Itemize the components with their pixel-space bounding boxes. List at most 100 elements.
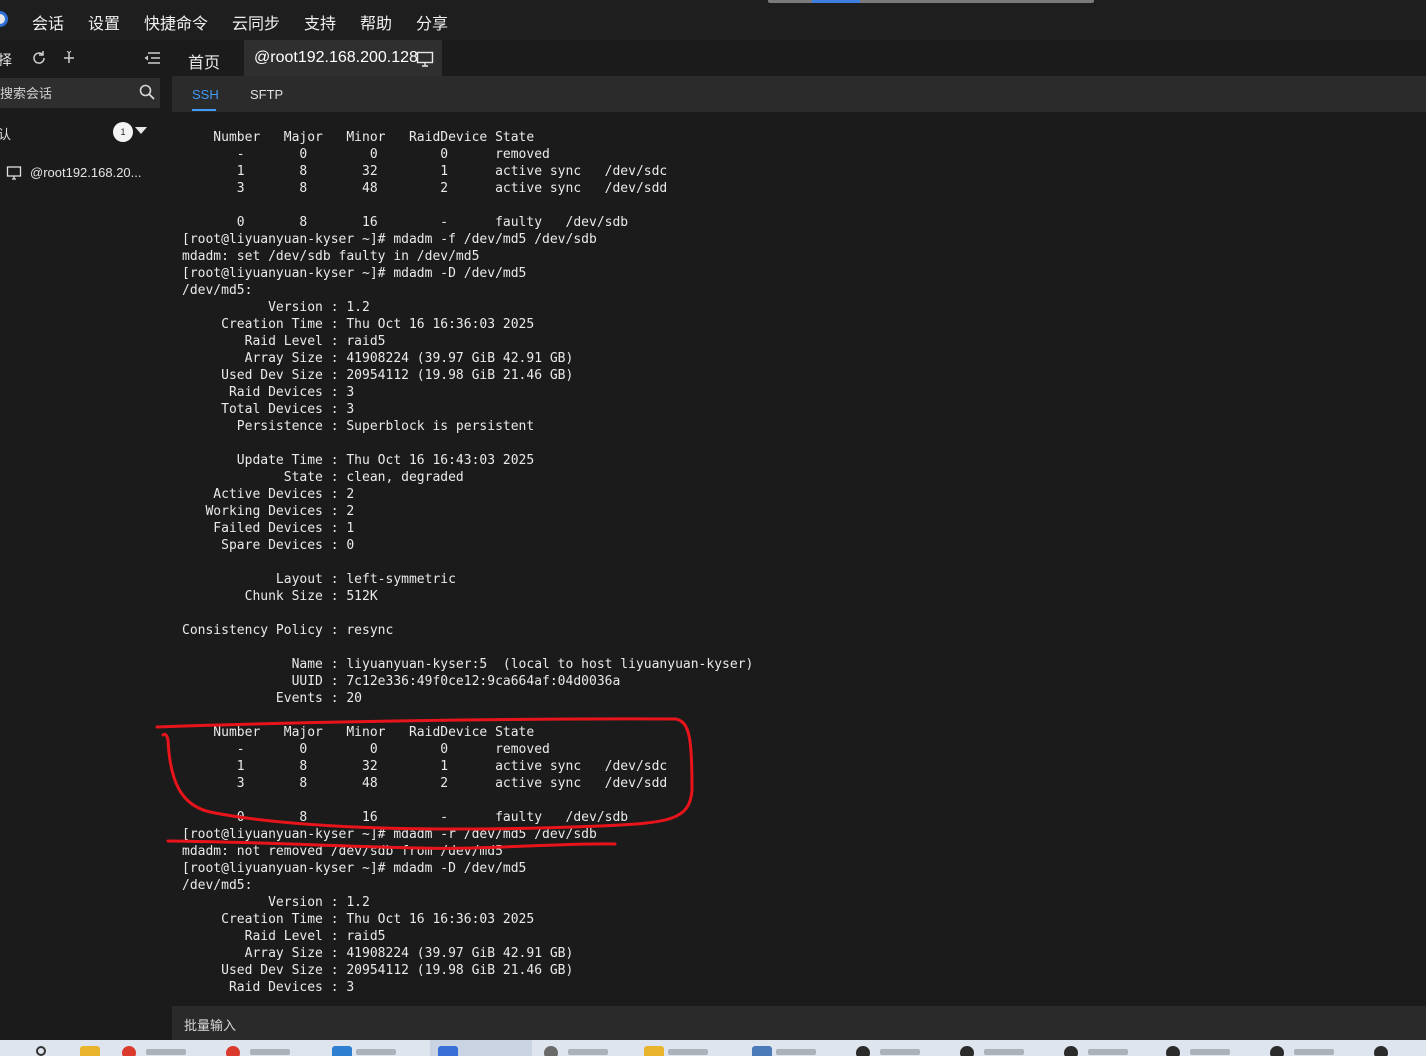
terminal-line: Spare Devices : 0 [182,538,355,553]
menu-settings[interactable]: 设置 [88,10,120,34]
tab-ssh[interactable]: SSH [192,87,219,111]
tab-home[interactable]: 首页 [172,40,242,76]
menu-cloud-sync[interactable]: 云同步 [232,10,280,34]
collapse-sidebar-icon[interactable] [143,50,161,70]
session-search-input[interactable] [0,83,130,103]
menu-session[interactable]: 会话 [32,10,64,34]
monitor-icon [416,51,434,67]
terminal-line: Array Size : 41908224 (39.97 GiB 42.91 G… [182,946,574,961]
terminal-line: Update Time : Thu Oct 16 16:43:03 2025 [182,453,535,468]
taskbar-browser-2-icon[interactable] [226,1046,316,1056]
taskbar-capture-4-icon[interactable] [1166,1046,1262,1056]
session-search [0,78,160,108]
terminal-line: Working Devices : 2 [182,504,355,519]
tab-ssh-session[interactable]: @root192.168.200.128 [244,40,442,76]
tab-sftp[interactable]: SFTP [250,87,283,102]
session-sidebar: 择 认 1 @root192.168.20... [0,40,160,1006]
terminal-line: Version : 1.2 [182,895,370,910]
terminal-text: Number Major Minor RaidDevice State - 0 … [182,129,753,996]
taskbar-settings-icon[interactable] [544,1046,634,1056]
taskbar-app-icon[interactable] [332,1046,418,1056]
terminal-output[interactable]: Number Major Minor RaidDevice State - 0 … [172,112,1426,1006]
terminal-line: Layout : left-symmetric [182,572,456,587]
app-logo-icon[interactable] [0,11,8,27]
taskbar-window-icon[interactable] [752,1046,844,1056]
terminal-line: Persistence : Superblock is persistent [182,419,535,434]
terminal-line: Used Dev Size : 20954112 (19.98 GiB 21.4… [182,368,574,383]
terminal-line: - 0 0 0 removed [182,147,550,162]
refresh-icon[interactable] [31,50,47,70]
taskbar-terminal-app[interactable] [430,1040,532,1056]
terminal-line: Raid Level : raid5 [182,334,386,349]
terminal-line: Raid Devices : 3 [182,385,355,400]
menu-support[interactable]: 支持 [304,10,336,34]
terminal-line: Creation Time : Thu Oct 16 16:36:03 2025 [182,317,535,332]
search-icon[interactable] [138,83,156,101]
terminal-scrollbar[interactable] [1420,112,1426,1006]
taskbar-capture-3-icon[interactable] [1064,1046,1160,1056]
terminal-line: 0 8 16 - faulty /dev/sdb [182,215,629,230]
session-group-label: 认 [0,127,12,142]
active-tab-indicator [192,109,216,111]
tab-ssh-label: SSH [192,87,219,102]
session-group-default[interactable]: 认 1 [0,118,160,148]
monitor-icon [6,165,22,181]
taskbar-capture-5-icon[interactable] [1270,1046,1366,1056]
sidebar-select-label[interactable]: 择 [0,50,12,70]
terminal-line: Array Size : 41908224 (39.97 GiB 42.91 G… [182,351,574,366]
terminal-line: Total Devices : 3 [182,402,355,417]
tab-ssh-session-label: @root192.168.200.128 [254,49,418,66]
terminal-line: Creation Time : Thu Oct 16 16:36:03 2025 [182,912,535,927]
terminal-line: 3 8 48 2 active sync /dev/sdd [182,181,668,196]
session-item-root[interactable]: @root192.168.20... [0,158,160,188]
taskbar-capture-1-icon[interactable] [856,1046,952,1056]
terminal-line: Used Dev Size : 20954112 (19.98 GiB 21.4… [182,963,574,978]
taskbar-capture-2-icon[interactable] [960,1046,1056,1056]
taskbar-capture-6-icon[interactable] [1374,1046,1424,1056]
terminal-line: 3 8 48 2 active sync /dev/sdd [182,776,668,791]
terminal-line: [root@liyuanyuan-kyser ~]# mdadm -D /dev… [182,266,527,281]
add-icon[interactable] [62,50,76,70]
terminal-line: Version : 1.2 [182,300,370,315]
terminal-line: [root@liyuanyuan-kyser ~]# mdadm -r /dev… [182,827,597,842]
taskbar-browser-icon[interactable] [122,1046,208,1056]
menu-help[interactable]: 帮助 [360,10,392,34]
terminal-line: Raid Level : raid5 [182,929,386,944]
terminal-line: Chunk Size : 512K [182,589,378,604]
os-taskbar [0,1040,1426,1056]
terminal-line: /dev/md5: [182,283,253,298]
terminal-line: Number Major Minor RaidDevice State [182,130,535,145]
terminal-line: Active Devices : 2 [182,487,355,502]
terminal-line: Raid Devices : 3 [182,980,355,995]
taskbar-notes-icon[interactable] [644,1046,740,1056]
terminal-line: 1 8 32 1 active sync /dev/sdc [182,759,668,774]
terminal-line: /dev/md5: [182,878,253,893]
window-scrollbar-thumb[interactable] [812,0,860,3]
terminal-line: Events : 20 [182,691,363,706]
chevron-down-icon[interactable] [135,127,147,134]
terminal-line: mdadm: set /dev/sdb faulty in /dev/md5 [182,249,480,264]
sidebar-toolbar: 择 [0,40,172,78]
protocol-tabs: SSH SFTP [172,76,1426,112]
terminal-line: Name : liyuanyuan-kyser:5 (local to host… [182,657,754,672]
taskbar-folder-icon[interactable] [80,1046,108,1056]
batch-input-bar[interactable]: 批量输入 [172,1006,1426,1040]
terminal-line: State : clean, degraded [182,470,464,485]
taskbar-search-icon[interactable] [36,1046,56,1056]
menu-quick-commands[interactable]: 快捷命令 [144,10,208,34]
terminal-line: UUID : 7c12e336:49f0ce12:9ca664af:04d003… [182,674,621,689]
window-scrollbar[interactable] [768,0,1094,3]
batch-input-label: 批量输入 [184,1018,237,1033]
session-tab-bar: 首页 @root192.168.200.128 [172,40,1426,76]
terminal-line: Consistency Policy : resync [182,623,394,638]
terminal-line: Failed Devices : 1 [182,521,355,536]
menu-share[interactable]: 分享 [416,10,448,34]
terminal-line: mdadm: not removed /dev/sdb from /dev/md… [182,844,503,859]
terminal-line: [root@liyuanyuan-kyser ~]# mdadm -D /dev… [182,861,527,876]
terminal-line: 0 8 16 - faulty /dev/sdb [182,810,629,825]
